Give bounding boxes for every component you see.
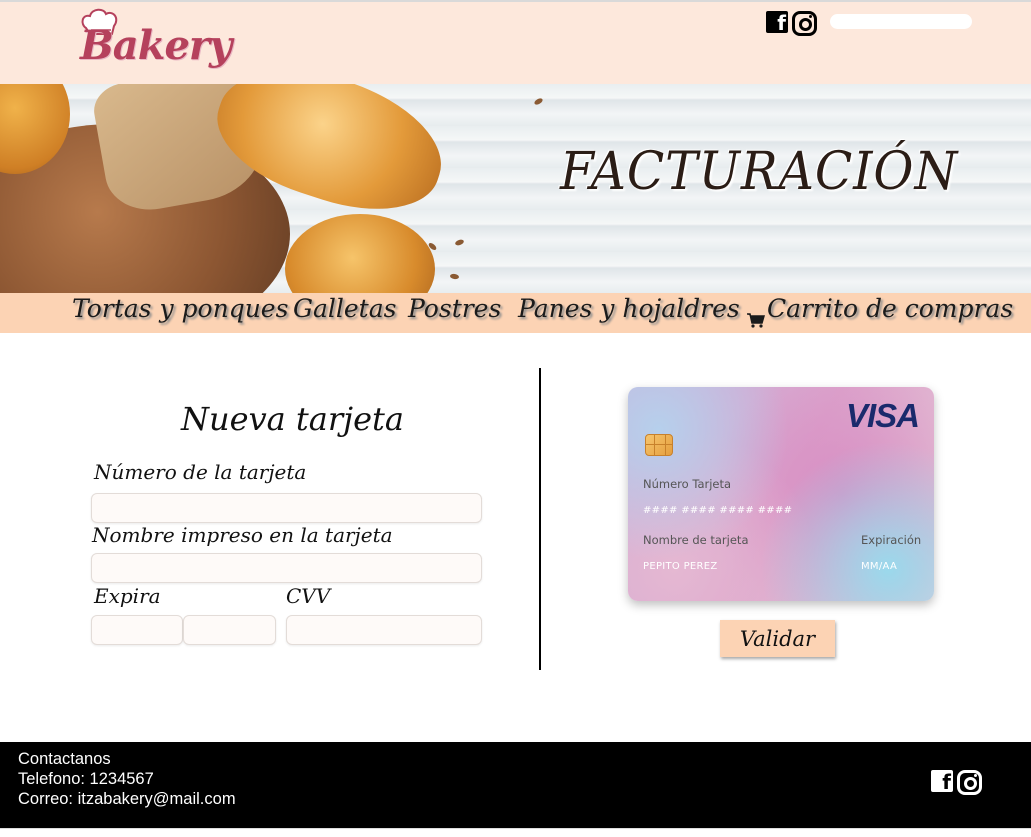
expiry-year-field[interactable] (183, 615, 276, 645)
card-name-label: Nombre impreso en la tarjeta (92, 523, 393, 547)
nav-item-panes[interactable]: Panes y hojaldres (518, 293, 740, 333)
main-nav: Tortas y ponques Galletas Postres Panes … (0, 293, 1031, 333)
header: Bakery f (0, 2, 1031, 84)
expiry-month-field[interactable] (91, 615, 183, 645)
footer-email: Correo: itzabakery@mail.com (18, 790, 236, 808)
validate-button[interactable]: Validar (720, 620, 835, 657)
facebook-icon[interactable]: f (931, 770, 953, 794)
cvv-field[interactable] (286, 615, 482, 645)
card-expiry-value: MM/AA (861, 561, 898, 572)
card-expiry-caption: Expiración (861, 533, 922, 547)
card-chip-icon (645, 434, 673, 456)
card-number-field[interactable] (91, 493, 482, 523)
cvv-label: CVV (286, 584, 331, 608)
nav-item-postres[interactable]: Postres (408, 293, 501, 333)
banner-seed (449, 273, 460, 280)
card-number-caption: Número Tarjeta (643, 477, 732, 491)
visa-logo: VISA (845, 397, 920, 434)
banner-title: FACTURACIÓN (560, 142, 959, 202)
header-social-links: f (766, 11, 817, 36)
footer-phone: Telefono: 1234567 (18, 770, 154, 788)
nav-item-tortas[interactable]: Tortas y ponques (72, 293, 288, 333)
banner-seed (533, 97, 544, 106)
banner-image-bun (285, 214, 435, 293)
instagram-icon[interactable] (792, 11, 817, 36)
cart-icon (747, 304, 765, 328)
search-input[interactable] (830, 14, 972, 29)
expiry-label: Expira (94, 584, 161, 608)
card-name-value: PEPITO PEREZ (643, 561, 718, 572)
facebook-icon[interactable]: f (766, 11, 788, 35)
vertical-divider (539, 368, 541, 670)
banner-seed (454, 238, 465, 247)
footer: Contactanos Telefono: 1234567 Correo: it… (0, 742, 1031, 828)
credit-card-preview: VISA Número Tarjeta #### #### #### #### … (628, 387, 934, 601)
card-number-value: #### #### #### #### (643, 505, 793, 516)
logo-text: Bakery (80, 22, 232, 69)
instagram-icon[interactable] (957, 770, 982, 795)
logo[interactable]: Bakery (80, 8, 232, 84)
card-name-caption: Nombre de tarjeta (643, 533, 749, 547)
nav-item-galletas[interactable]: Galletas (293, 293, 396, 333)
card-name-field[interactable] (91, 553, 482, 583)
form-title: Nueva tarjeta (181, 400, 404, 438)
nav-item-cart[interactable]: Carrito de compras (747, 293, 1013, 333)
footer-contact-title: Contactanos (18, 750, 111, 768)
page: Bakery f FACTURACIÓN Tortas y ponques Ga… (0, 2, 1031, 837)
banner: FACTURACIÓN (0, 84, 1031, 293)
bottom-strip (0, 828, 1031, 837)
card-number-label: Número de la tarjeta (94, 460, 307, 484)
nav-item-cart-label: Carrito de compras (767, 294, 1014, 323)
footer-social-links: f (931, 770, 982, 795)
